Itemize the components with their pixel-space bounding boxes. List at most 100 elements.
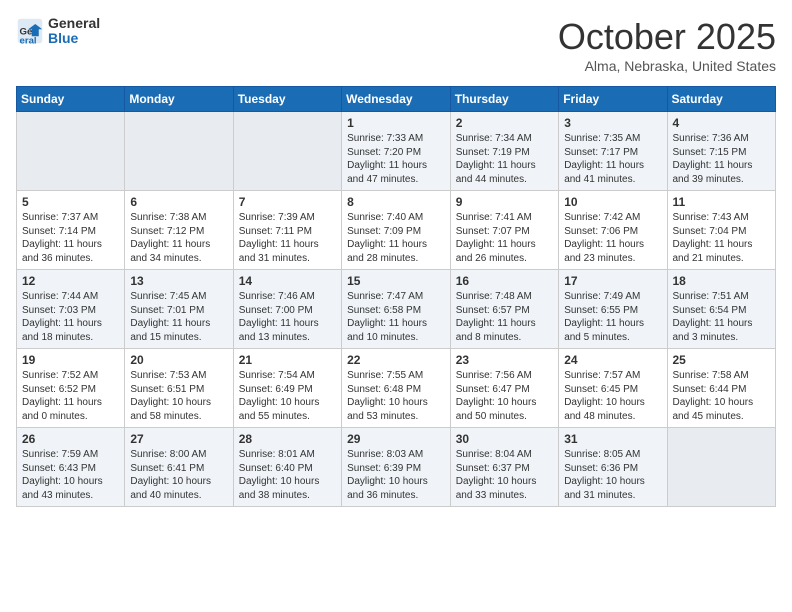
calendar-cell: 1 Sunrise: 7:33 AM Sunset: 7:20 PM Daylig…	[342, 112, 451, 191]
day-info: Sunrise: 7:38 AM Sunset: 7:12 PM Dayligh…	[130, 211, 227, 265]
calendar-cell: 19 Sunrise: 7:52 AM Sunset: 6:52 PM Dayli…	[17, 349, 125, 428]
location: Alma, Nebraska, United States	[558, 58, 776, 74]
day-number: 25	[673, 353, 771, 367]
calendar-cell: 20 Sunrise: 7:53 AM Sunset: 6:51 PM Dayli…	[125, 349, 233, 428]
day-number: 14	[239, 274, 336, 288]
calendar-cell: 23Sunrise: 7:56 AM Sunset: 6:47 PM Dayli…	[450, 349, 558, 428]
day-info: Sunrise: 7:53 AM Sunset: 6:51 PM Dayligh…	[130, 369, 227, 423]
day-number: 4	[673, 116, 771, 130]
calendar-cell: 6 Sunrise: 7:38 AM Sunset: 7:12 PM Daylig…	[125, 191, 233, 270]
calendar-cell: 21 Sunrise: 7:54 AM Sunset: 6:49 PM Dayli…	[233, 349, 341, 428]
calendar-cell: 12 Sunrise: 7:44 AM Sunset: 7:03 PM Dayli…	[17, 270, 125, 349]
calendar-cell: 11 Sunrise: 7:43 AM Sunset: 7:04 PM Dayli…	[667, 191, 776, 270]
logo-text: General Blue	[48, 16, 100, 47]
day-info: Sunrise: 7:58 AM Sunset: 6:44 PM Dayligh…	[673, 369, 771, 423]
day-number: 29	[347, 432, 445, 446]
header-thursday: Thursday	[450, 87, 558, 112]
calendar-header-row: SundayMondayTuesdayWednesdayThursdayFrid…	[17, 87, 776, 112]
day-number: 24	[564, 353, 661, 367]
calendar-cell: 22 Sunrise: 7:55 AM Sunset: 6:48 PM Dayli…	[342, 349, 451, 428]
day-number: 17	[564, 274, 661, 288]
logo-general: General	[48, 16, 100, 31]
day-info: Sunrise: 8:05 AM Sunset: 6:36 PM Dayligh…	[564, 448, 661, 502]
day-number: 27	[130, 432, 227, 446]
day-info: Sunrise: 7:55 AM Sunset: 6:48 PM Dayligh…	[347, 369, 445, 423]
day-info: Sunrise: 7:42 AM Sunset: 7:06 PM Dayligh…	[564, 211, 661, 265]
day-number: 26	[22, 432, 119, 446]
day-info: Sunrise: 7:33 AM Sunset: 7:20 PM Dayligh…	[347, 132, 445, 186]
calendar-cell: 9 Sunrise: 7:41 AM Sunset: 7:07 PM Daylig…	[450, 191, 558, 270]
day-number: 3	[564, 116, 661, 130]
calendar-cell: 15Sunrise: 7:47 AM Sunset: 6:58 PM Dayli…	[342, 270, 451, 349]
calendar-cell	[17, 112, 125, 191]
day-info: Sunrise: 7:40 AM Sunset: 7:09 PM Dayligh…	[347, 211, 445, 265]
day-number: 1	[347, 116, 445, 130]
day-number: 19	[22, 353, 119, 367]
calendar-week-row: 5Sunrise: 7:37 AM Sunset: 7:14 PM Daylig…	[17, 191, 776, 270]
calendar-cell: 30Sunrise: 8:04 AM Sunset: 6:37 PM Dayli…	[450, 428, 558, 507]
calendar-cell: 13Sunrise: 7:45 AM Sunset: 7:01 PM Dayli…	[125, 270, 233, 349]
day-info: Sunrise: 7:35 AM Sunset: 7:17 PM Dayligh…	[564, 132, 661, 186]
calendar-cell: 29 Sunrise: 8:03 AM Sunset: 6:39 PM Dayli…	[342, 428, 451, 507]
calendar-cell: 18Sunrise: 7:51 AM Sunset: 6:54 PM Dayli…	[667, 270, 776, 349]
day-number: 11	[673, 195, 771, 209]
day-info: Sunrise: 7:56 AM Sunset: 6:47 PM Dayligh…	[456, 369, 553, 423]
day-number: 21	[239, 353, 336, 367]
day-number: 9	[456, 195, 553, 209]
day-info: Sunrise: 8:01 AM Sunset: 6:40 PM Dayligh…	[239, 448, 336, 502]
calendar-cell: 28 Sunrise: 8:01 AM Sunset: 6:40 PM Dayli…	[233, 428, 341, 507]
month-title: October 2025	[558, 16, 776, 58]
calendar-week-row: 1 Sunrise: 7:33 AM Sunset: 7:20 PM Daylig…	[17, 112, 776, 191]
header-sunday: Sunday	[17, 87, 125, 112]
day-number: 2	[456, 116, 553, 130]
day-number: 5	[22, 195, 119, 209]
day-info: Sunrise: 7:54 AM Sunset: 6:49 PM Dayligh…	[239, 369, 336, 423]
day-info: Sunrise: 7:49 AM Sunset: 6:55 PM Dayligh…	[564, 290, 661, 344]
day-info: Sunrise: 7:36 AM Sunset: 7:15 PM Dayligh…	[673, 132, 771, 186]
day-number: 22	[347, 353, 445, 367]
calendar-cell: 24 Sunrise: 7:57 AM Sunset: 6:45 PM Dayli…	[559, 349, 667, 428]
calendar-cell: 14 Sunrise: 7:46 AM Sunset: 7:00 PM Dayli…	[233, 270, 341, 349]
day-number: 30	[456, 432, 553, 446]
calendar-cell: 27Sunrise: 8:00 AM Sunset: 6:41 PM Dayli…	[125, 428, 233, 507]
day-info: Sunrise: 8:03 AM Sunset: 6:39 PM Dayligh…	[347, 448, 445, 502]
day-number: 28	[239, 432, 336, 446]
logo: Gen eral General Blue	[16, 16, 100, 47]
calendar-cell: 7 Sunrise: 7:39 AM Sunset: 7:11 PM Daylig…	[233, 191, 341, 270]
header-wednesday: Wednesday	[342, 87, 451, 112]
svg-text:eral: eral	[20, 36, 37, 46]
day-info: Sunrise: 7:52 AM Sunset: 6:52 PM Dayligh…	[22, 369, 119, 423]
day-info: Sunrise: 7:45 AM Sunset: 7:01 PM Dayligh…	[130, 290, 227, 344]
day-info: Sunrise: 7:39 AM Sunset: 7:11 PM Dayligh…	[239, 211, 336, 265]
calendar-cell	[233, 112, 341, 191]
calendar-cell	[667, 428, 776, 507]
day-number: 6	[130, 195, 227, 209]
day-info: Sunrise: 7:41 AM Sunset: 7:07 PM Dayligh…	[456, 211, 553, 265]
calendar-cell: 25 Sunrise: 7:58 AM Sunset: 6:44 PM Dayli…	[667, 349, 776, 428]
day-number: 20	[130, 353, 227, 367]
page-header: Gen eral General Blue October 2025 Alma,…	[16, 16, 776, 74]
calendar-cell: 5Sunrise: 7:37 AM Sunset: 7:14 PM Daylig…	[17, 191, 125, 270]
calendar-cell: 2 Sunrise: 7:34 AM Sunset: 7:19 PM Daylig…	[450, 112, 558, 191]
day-info: Sunrise: 7:43 AM Sunset: 7:04 PM Dayligh…	[673, 211, 771, 265]
calendar-cell	[125, 112, 233, 191]
day-info: Sunrise: 7:57 AM Sunset: 6:45 PM Dayligh…	[564, 369, 661, 423]
day-info: Sunrise: 7:46 AM Sunset: 7:00 PM Dayligh…	[239, 290, 336, 344]
calendar-table: SundayMondayTuesdayWednesdayThursdayFrid…	[16, 86, 776, 507]
logo-blue: Blue	[48, 31, 100, 46]
calendar-week-row: 19 Sunrise: 7:52 AM Sunset: 6:52 PM Dayli…	[17, 349, 776, 428]
calendar-cell: 8 Sunrise: 7:40 AM Sunset: 7:09 PM Daylig…	[342, 191, 451, 270]
day-number: 8	[347, 195, 445, 209]
day-number: 12	[22, 274, 119, 288]
calendar-cell: 10Sunrise: 7:42 AM Sunset: 7:06 PM Dayli…	[559, 191, 667, 270]
calendar-week-row: 26 Sunrise: 7:59 AM Sunset: 6:43 PM Dayli…	[17, 428, 776, 507]
day-number: 7	[239, 195, 336, 209]
day-info: Sunrise: 7:34 AM Sunset: 7:19 PM Dayligh…	[456, 132, 553, 186]
day-info: Sunrise: 7:44 AM Sunset: 7:03 PM Dayligh…	[22, 290, 119, 344]
day-info: Sunrise: 7:48 AM Sunset: 6:57 PM Dayligh…	[456, 290, 553, 344]
calendar-cell: 16Sunrise: 7:48 AM Sunset: 6:57 PM Dayli…	[450, 270, 558, 349]
calendar-cell: 26 Sunrise: 7:59 AM Sunset: 6:43 PM Dayli…	[17, 428, 125, 507]
day-info: Sunrise: 7:47 AM Sunset: 6:58 PM Dayligh…	[347, 290, 445, 344]
day-info: Sunrise: 7:59 AM Sunset: 6:43 PM Dayligh…	[22, 448, 119, 502]
title-area: October 2025 Alma, Nebraska, United Stat…	[558, 16, 776, 74]
